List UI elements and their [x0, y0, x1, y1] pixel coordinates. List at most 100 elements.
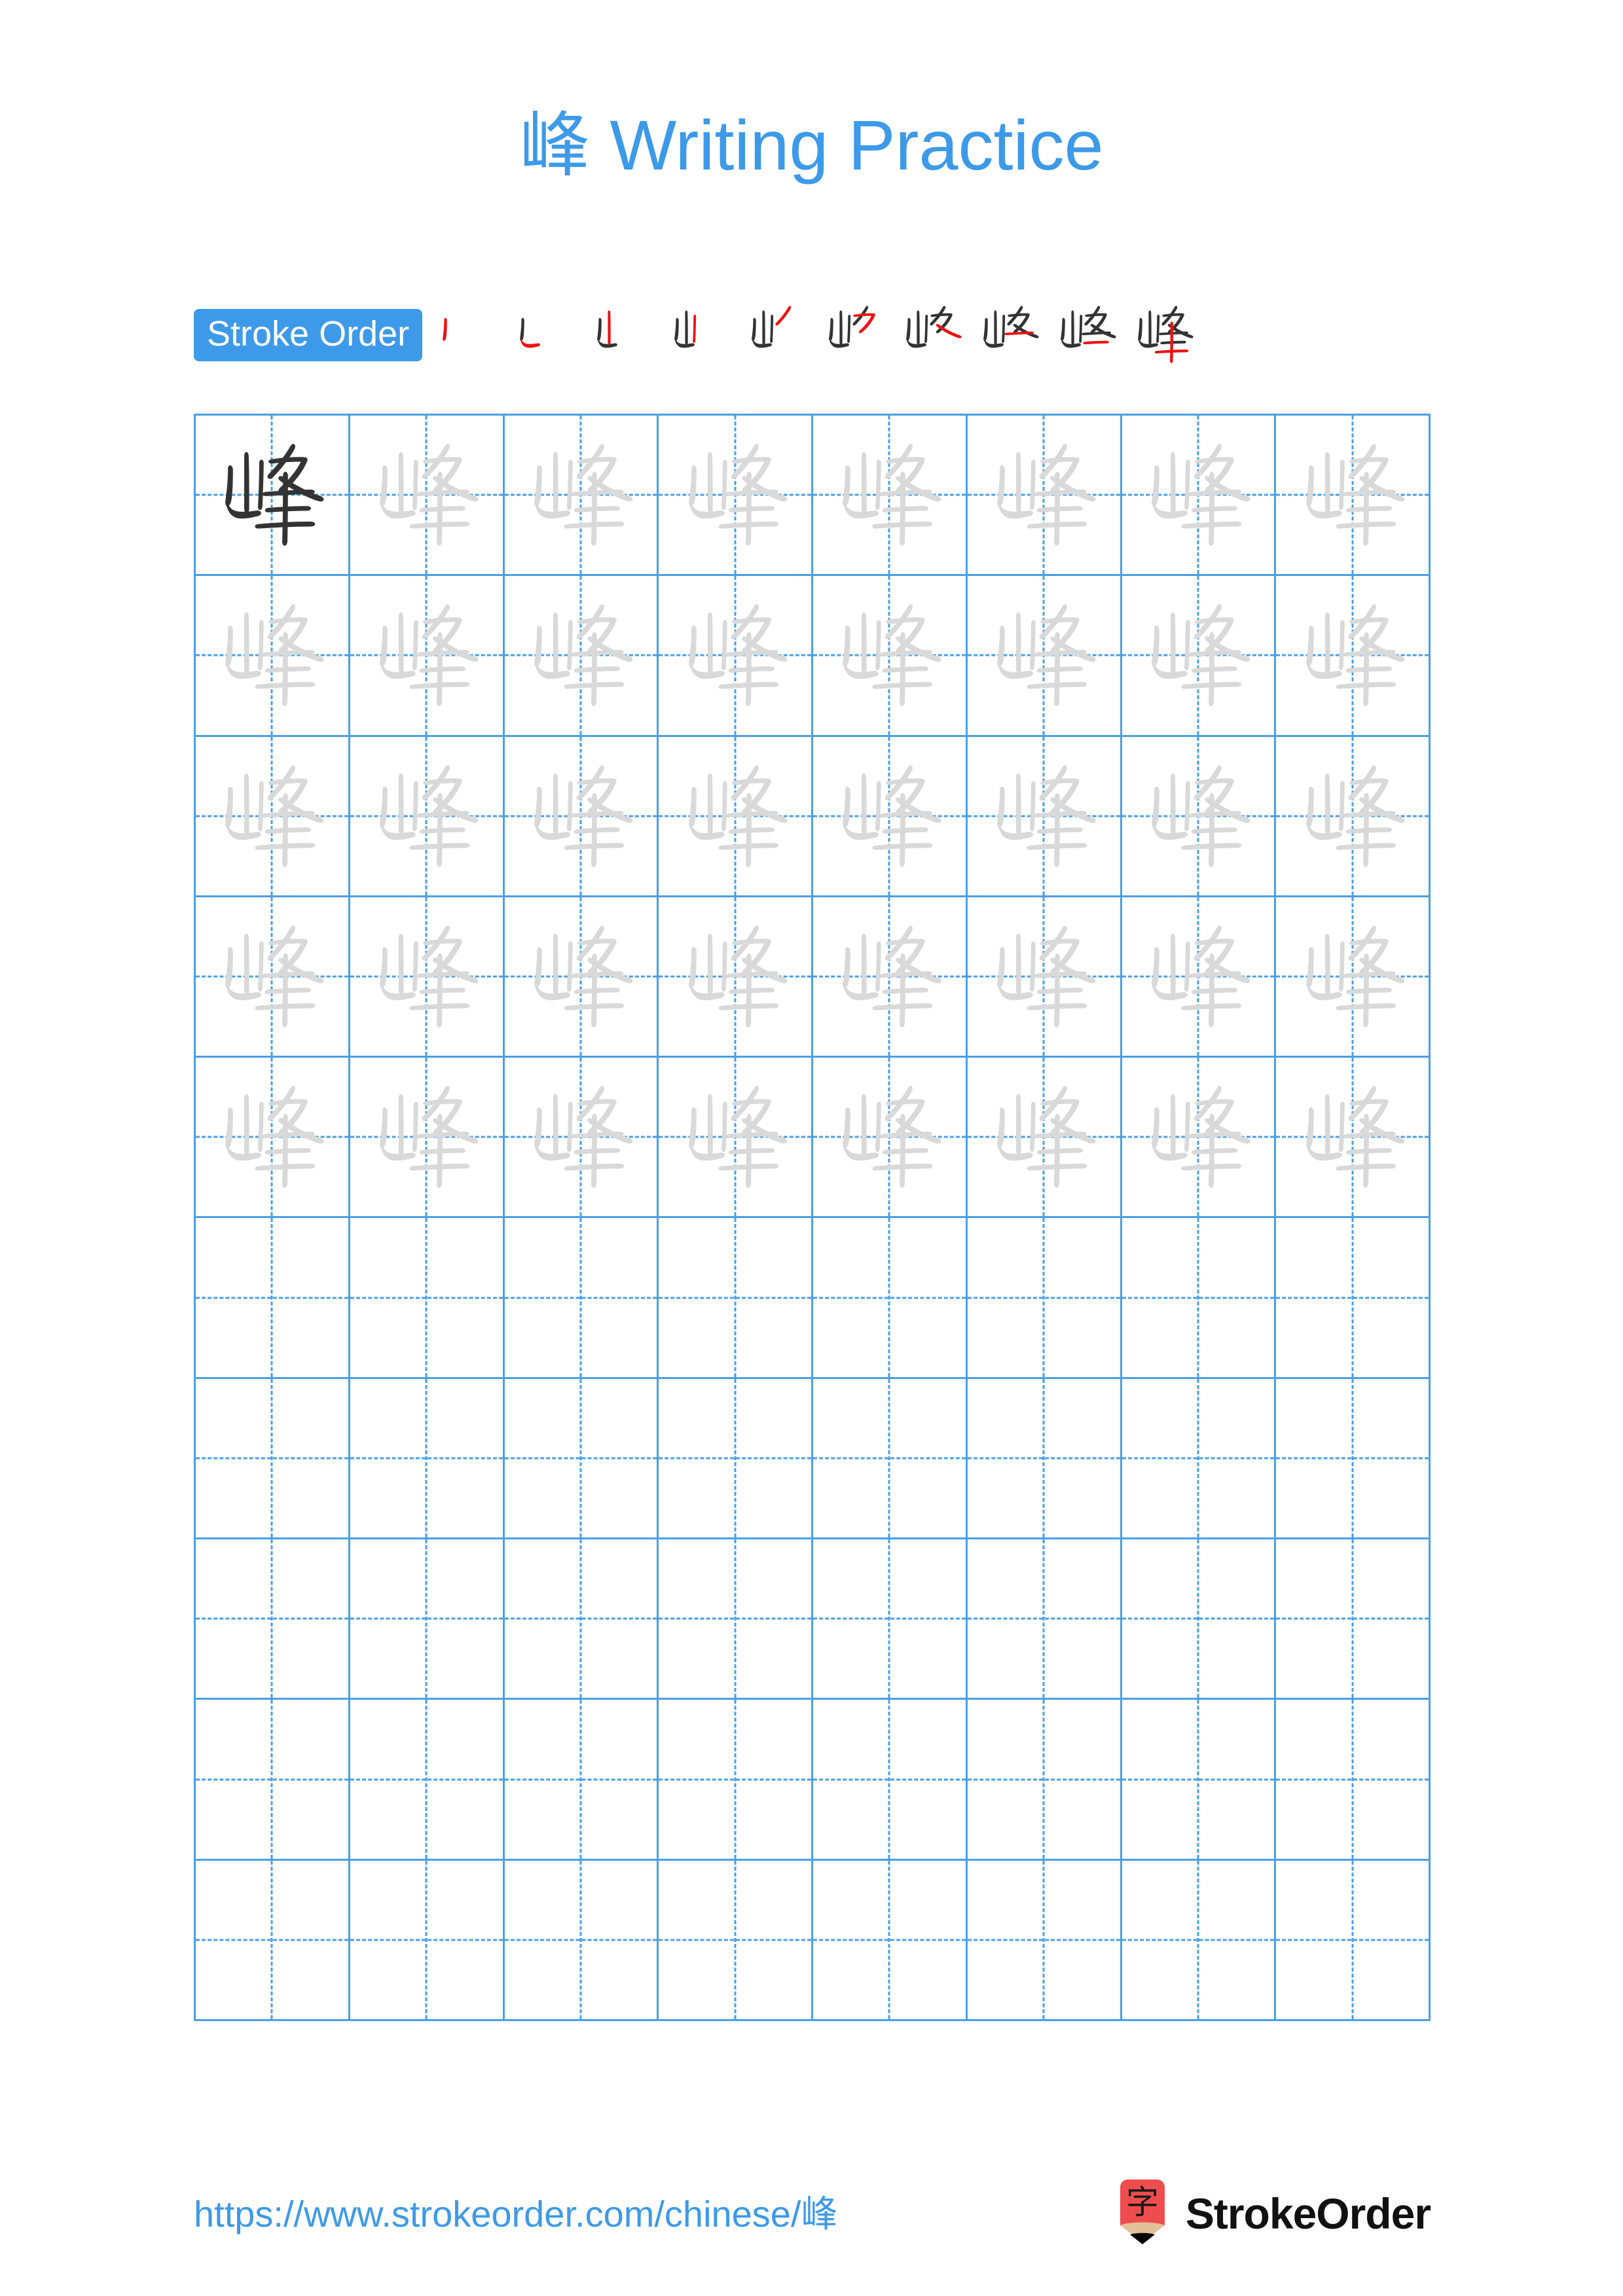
practice-cell[interactable]: [811, 895, 968, 1058]
practice-grid-row: [194, 1537, 1431, 1700]
guide-line-vertical: [734, 1860, 737, 2019]
practice-cell[interactable]: [348, 1858, 505, 2022]
practice-cell[interactable]: [811, 574, 968, 737]
practice-cell[interactable]: [811, 1858, 968, 2022]
practice-cell[interactable]: [194, 1698, 350, 1861]
practice-cell[interactable]: [348, 1376, 505, 1540]
practice-cell[interactable]: [194, 1537, 350, 1700]
practice-cell[interactable]: [502, 574, 659, 737]
practice-cell[interactable]: [657, 1537, 813, 1700]
practice-cell[interactable]: [1120, 734, 1277, 897]
practice-cell[interactable]: [194, 1056, 350, 1219]
practice-cell[interactable]: [811, 1698, 968, 1861]
trace-character: [1276, 897, 1429, 1056]
guide-line-vertical: [270, 1378, 273, 1538]
practice-cell[interactable]: [965, 1537, 1122, 1700]
practice-cell[interactable]: [348, 1216, 505, 1379]
practice-cell[interactable]: [811, 1376, 968, 1540]
guide-line-vertical: [1197, 1700, 1199, 1859]
guide-line-vertical: [888, 1539, 890, 1698]
practice-cell[interactable]: [502, 1056, 659, 1219]
practice-cell[interactable]: [1274, 1216, 1431, 1379]
practice-cell[interactable]: [194, 574, 350, 737]
practice-cell[interactable]: [965, 1216, 1122, 1379]
practice-cell[interactable]: [502, 734, 659, 897]
practice-cell[interactable]: [1274, 1056, 1431, 1219]
practice-cell[interactable]: [1120, 1056, 1277, 1219]
practice-cell[interactable]: [811, 413, 968, 577]
practice-grid-row: [194, 574, 1431, 737]
practice-cell[interactable]: [1120, 1216, 1277, 1379]
stroke-order-step-6: [816, 296, 894, 374]
practice-cell[interactable]: [502, 1698, 659, 1861]
practice-cell[interactable]: [348, 1056, 505, 1219]
practice-cell[interactable]: [657, 895, 813, 1058]
practice-cell[interactable]: [965, 895, 1122, 1058]
practice-cell[interactable]: [348, 1698, 505, 1861]
practice-cell[interactable]: [811, 734, 968, 897]
practice-cell[interactable]: [348, 574, 505, 737]
practice-cell[interactable]: [965, 734, 1122, 897]
practice-cell[interactable]: [348, 734, 505, 897]
practice-cell[interactable]: [348, 895, 505, 1058]
practice-cell[interactable]: [194, 1216, 350, 1379]
trace-character: [968, 1058, 1120, 1216]
practice-cell[interactable]: [348, 413, 505, 577]
practice-cell[interactable]: [1120, 413, 1277, 577]
practice-cell[interactable]: [502, 1216, 659, 1379]
guide-line-vertical: [1351, 1700, 1354, 1859]
practice-cell[interactable]: [1274, 574, 1431, 737]
practice-cell[interactable]: [657, 1056, 813, 1219]
practice-cell[interactable]: [1274, 734, 1431, 897]
practice-cell[interactable]: [194, 413, 350, 577]
practice-cell[interactable]: [1274, 1537, 1431, 1700]
practice-cell[interactable]: [502, 1376, 659, 1540]
practice-cell[interactable]: [1274, 413, 1431, 577]
pencil-logo-icon: 字: [1120, 2179, 1165, 2244]
practice-cell[interactable]: [1274, 1376, 1431, 1540]
practice-cell[interactable]: [657, 1698, 813, 1861]
practice-cell[interactable]: [194, 1376, 350, 1540]
practice-cell[interactable]: [194, 734, 350, 897]
trace-character: [968, 416, 1120, 574]
practice-cell[interactable]: [811, 1216, 968, 1379]
practice-cell[interactable]: [502, 413, 659, 577]
guide-line-vertical: [1197, 1378, 1199, 1538]
practice-cell[interactable]: [965, 1376, 1122, 1540]
practice-cell[interactable]: [965, 1698, 1122, 1861]
guide-line-vertical: [579, 1218, 582, 1377]
practice-cell[interactable]: [194, 1858, 350, 2022]
practice-cell[interactable]: [1274, 895, 1431, 1058]
practice-cell[interactable]: [657, 1858, 813, 2022]
practice-cell[interactable]: [502, 1858, 659, 2022]
practice-cell[interactable]: [965, 1056, 1122, 1219]
practice-cell[interactable]: [811, 1537, 968, 1700]
practice-cell[interactable]: [1120, 574, 1277, 737]
practice-cell[interactable]: [657, 413, 813, 577]
practice-cell[interactable]: [1120, 1537, 1277, 1700]
practice-cell[interactable]: [194, 895, 350, 1058]
practice-cell[interactable]: [657, 1376, 813, 1540]
trace-character: [196, 897, 348, 1056]
trace-character: [505, 1058, 657, 1216]
source-url-link[interactable]: https://www.strokeorder.com/chinese/峰: [194, 2185, 838, 2238]
trace-character: [1122, 897, 1275, 1056]
practice-cell[interactable]: [502, 1537, 659, 1700]
practice-cell[interactable]: [1274, 1698, 1431, 1861]
trace-character: [1122, 576, 1275, 734]
practice-cell[interactable]: [1274, 1858, 1431, 2022]
practice-cell[interactable]: [965, 574, 1122, 737]
practice-cell[interactable]: [657, 734, 813, 897]
trace-character: [505, 897, 657, 1056]
practice-cell[interactable]: [348, 1537, 505, 1700]
practice-cell[interactable]: [502, 895, 659, 1058]
practice-cell[interactable]: [965, 1858, 1122, 2022]
practice-cell[interactable]: [1120, 1376, 1277, 1540]
practice-cell[interactable]: [1120, 1858, 1277, 2022]
practice-cell[interactable]: [811, 1056, 968, 1219]
practice-cell[interactable]: [657, 574, 813, 737]
practice-cell[interactable]: [1120, 1698, 1277, 1861]
practice-cell[interactable]: [965, 413, 1122, 577]
practice-cell[interactable]: [657, 1216, 813, 1379]
practice-cell[interactable]: [1120, 895, 1277, 1058]
